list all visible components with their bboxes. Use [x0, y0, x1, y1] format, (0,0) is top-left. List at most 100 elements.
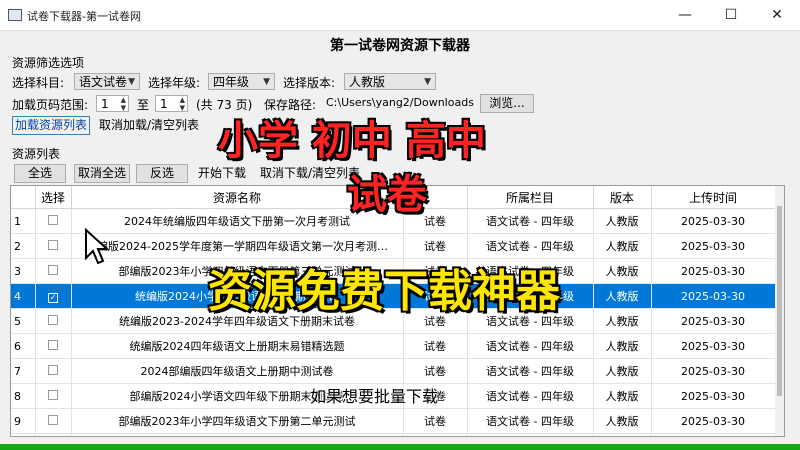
checkbox-icon[interactable] [48, 214, 58, 225]
minimize-button[interactable]: — [662, 0, 708, 30]
table-row[interactable]: 6 统编版2024四年级语文上册期末易错精选题 试卷 语文试卷 - 四年级 人教版 202… [11, 333, 776, 359]
column-header[interactable] [11, 186, 36, 209]
page-from-value: 1 [101, 97, 109, 111]
row-number: 2 [11, 233, 36, 259]
row-checkbox[interactable] [35, 433, 72, 436]
resource-edition: 人教版 [593, 208, 652, 234]
page-to-value: 1 [160, 97, 168, 111]
table-row[interactable]: 7 2024部编版四年级语文上册期中测试卷 试卷 语文试卷 - 四年级 人教版 2025-… [11, 358, 776, 384]
upload-date: 2025-03-30 [651, 408, 776, 434]
app-icon [8, 9, 22, 21]
edition-select[interactable]: 人教版 ▼ [344, 73, 436, 90]
close-button[interactable]: ✕ [754, 0, 800, 30]
row-number: 6 [11, 333, 36, 359]
row-number: 10 [11, 433, 36, 436]
progress-bar [0, 444, 800, 450]
upload-date: 2025-03-30 [651, 358, 776, 384]
subject-label: 选择科目: [12, 76, 65, 90]
grade-value: 四年级 [213, 75, 250, 89]
resource-edition: 人教版 [593, 308, 652, 334]
overlay-tagline: 资源免费下载神器 [207, 265, 561, 318]
resource-category: 语文试卷 - 四年级 [467, 333, 594, 359]
resource-name: 部编版2023年小学四年级语文下册第二单元测试 [71, 408, 404, 434]
maximize-button[interactable]: ☐ [708, 0, 754, 30]
cancel-load-button[interactable]: 取消加载/清空列表 [94, 116, 204, 135]
resource-edition: 人教版 [593, 358, 652, 384]
resource-type: 试卷 [403, 408, 468, 434]
row-checkbox[interactable] [35, 358, 72, 384]
resource-edition: 人教版 [593, 433, 652, 436]
resource-category: 语文试卷 - 四年级 [467, 383, 594, 409]
page-from-input[interactable]: 1 ▲ ▼ [96, 95, 129, 112]
row-number: 3 [11, 258, 36, 284]
browse-button[interactable]: 浏览... [480, 94, 534, 113]
column-header[interactable]: 所属栏目 [467, 186, 594, 209]
mouse-cursor-icon [85, 228, 110, 265]
resource-name: 部编版2023年小学四年级语文下册第四单元基础知识测试 [71, 433, 404, 436]
subject-value: 语文试卷 [79, 75, 128, 89]
edition-value: 人教版 [349, 75, 386, 89]
column-header[interactable]: 选择 [35, 186, 72, 209]
row-checkbox[interactable]: ✓ [35, 283, 72, 309]
checkbox-icon[interactable] [48, 264, 58, 275]
list-section-label: 资源列表 [12, 147, 61, 161]
overlay-headline: 小学 初中 高中 [217, 117, 487, 165]
column-header[interactable]: 版本 [593, 186, 652, 209]
chevron-down-icon: ▼ [424, 77, 431, 87]
upload-date: 2025-03-30 [651, 433, 776, 436]
load-list-button[interactable]: 加载资源列表 [12, 116, 90, 135]
grade-label: 选择年级: [148, 76, 201, 90]
checkbox-icon[interactable] [48, 364, 58, 375]
grade-select[interactable]: 四年级 ▼ [208, 73, 275, 90]
window-titlebar: 试卷下载器-第一试卷网 — ☐ ✕ [0, 0, 800, 31]
row-checkbox[interactable] [35, 408, 72, 434]
spin-arrows-icon[interactable]: ▲ ▼ [121, 96, 126, 112]
checkbox-icon[interactable] [48, 389, 58, 400]
column-header[interactable]: 上传时间 [651, 186, 776, 209]
select-all-button[interactable]: 全选 [14, 164, 66, 183]
upload-date: 2025-03-30 [651, 283, 776, 309]
edition-label: 选择版本: [283, 76, 336, 90]
row-checkbox[interactable] [35, 383, 72, 409]
upload-date: 2025-03-30 [651, 383, 776, 409]
scrollbar-thumb[interactable] [777, 206, 782, 396]
row-checkbox[interactable] [35, 233, 72, 259]
app-title: 第一试卷网资源下载器 [330, 38, 470, 54]
checkbox-icon[interactable] [48, 339, 58, 350]
checkbox-icon[interactable] [48, 239, 58, 250]
invert-selection-button[interactable]: 反选 [136, 164, 188, 183]
spin-arrows-icon[interactable]: ▲ ▼ [180, 96, 185, 112]
row-number: 1 [11, 208, 36, 234]
resource-name: 统编版2024四年级语文上册期末易错精选题 [71, 333, 404, 359]
video-subtitle: 如果想要批量下载 [310, 387, 439, 406]
deselect-all-button[interactable]: 取消全选 [74, 164, 130, 183]
checkbox-icon[interactable]: ✓ [48, 292, 58, 303]
row-checkbox[interactable] [35, 208, 72, 234]
overlay-subhead: 试卷 [346, 171, 428, 219]
resource-edition: 人教版 [593, 408, 652, 434]
resource-edition: 人教版 [593, 383, 652, 409]
window-title: 试卷下载器-第一试卷网 [27, 10, 141, 23]
row-checkbox[interactable] [35, 333, 72, 359]
table-row[interactable]: 9 部编版2023年小学四年级语文下册第二单元测试 试卷 语文试卷 - 四年级 人教版 2… [11, 408, 776, 434]
subject-select[interactable]: 语文试卷 ▼ [74, 73, 140, 90]
resource-type: 试卷 [403, 333, 468, 359]
vertical-scrollbar[interactable] [775, 186, 784, 436]
page-to-input[interactable]: 1 ▲ ▼ [155, 95, 188, 112]
upload-date: 2025-03-30 [651, 258, 776, 284]
page-range-label: 加载页码范围: [12, 98, 89, 112]
checkbox-icon[interactable] [48, 314, 58, 325]
start-download-button[interactable]: 开始下载 [194, 164, 250, 183]
chevron-down-icon: ▼ [263, 77, 270, 87]
resource-edition: 人教版 [593, 233, 652, 259]
filter-section-label: 资源筛选选项 [12, 56, 85, 70]
row-checkbox[interactable] [35, 308, 72, 334]
row-number: 5 [11, 308, 36, 334]
upload-date: 2025-03-30 [651, 308, 776, 334]
row-number: 8 [11, 383, 36, 409]
row-checkbox[interactable] [35, 258, 72, 284]
row-number: 7 [11, 358, 36, 384]
upload-date: 2025-03-30 [651, 233, 776, 259]
checkbox-icon[interactable] [48, 414, 58, 425]
table-row[interactable]: 10 部编版2023年小学四年级语文下册第四单元基础知识测试试卷语文试卷 - 四年… [11, 433, 776, 436]
